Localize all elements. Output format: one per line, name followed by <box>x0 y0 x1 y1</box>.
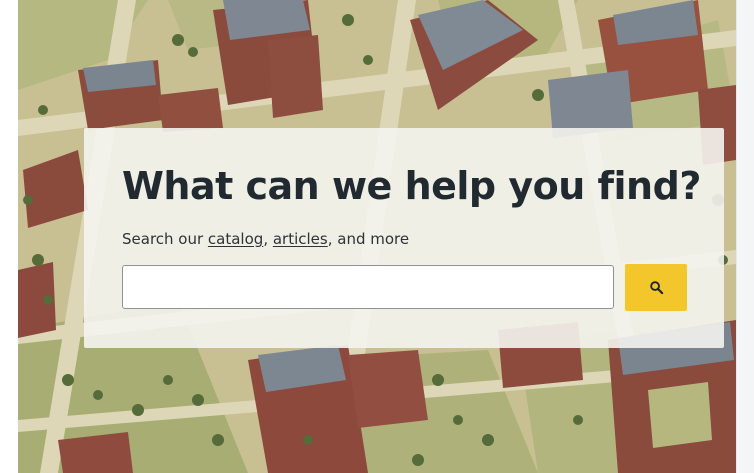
search-panel: What can we help you find? Search our ca… <box>84 128 724 348</box>
right-gutter <box>736 0 754 473</box>
search-button[interactable] <box>625 264 687 311</box>
subline-prefix: Search our <box>122 230 208 248</box>
articles-link[interactable]: articles <box>273 230 328 248</box>
subline-suffix: , and more <box>327 230 410 248</box>
hero-campus-map: What can we help you find? Search our ca… <box>18 0 736 473</box>
catalog-link[interactable]: catalog <box>208 230 263 248</box>
search-subline: Search our catalog, articles, and more <box>122 230 409 248</box>
search-icon <box>649 281 663 295</box>
subline-separator: , <box>263 230 273 248</box>
search-input[interactable] <box>122 265 614 309</box>
search-headline: What can we help you find? <box>122 164 701 208</box>
page: What can we help you find? Search our ca… <box>0 0 754 473</box>
